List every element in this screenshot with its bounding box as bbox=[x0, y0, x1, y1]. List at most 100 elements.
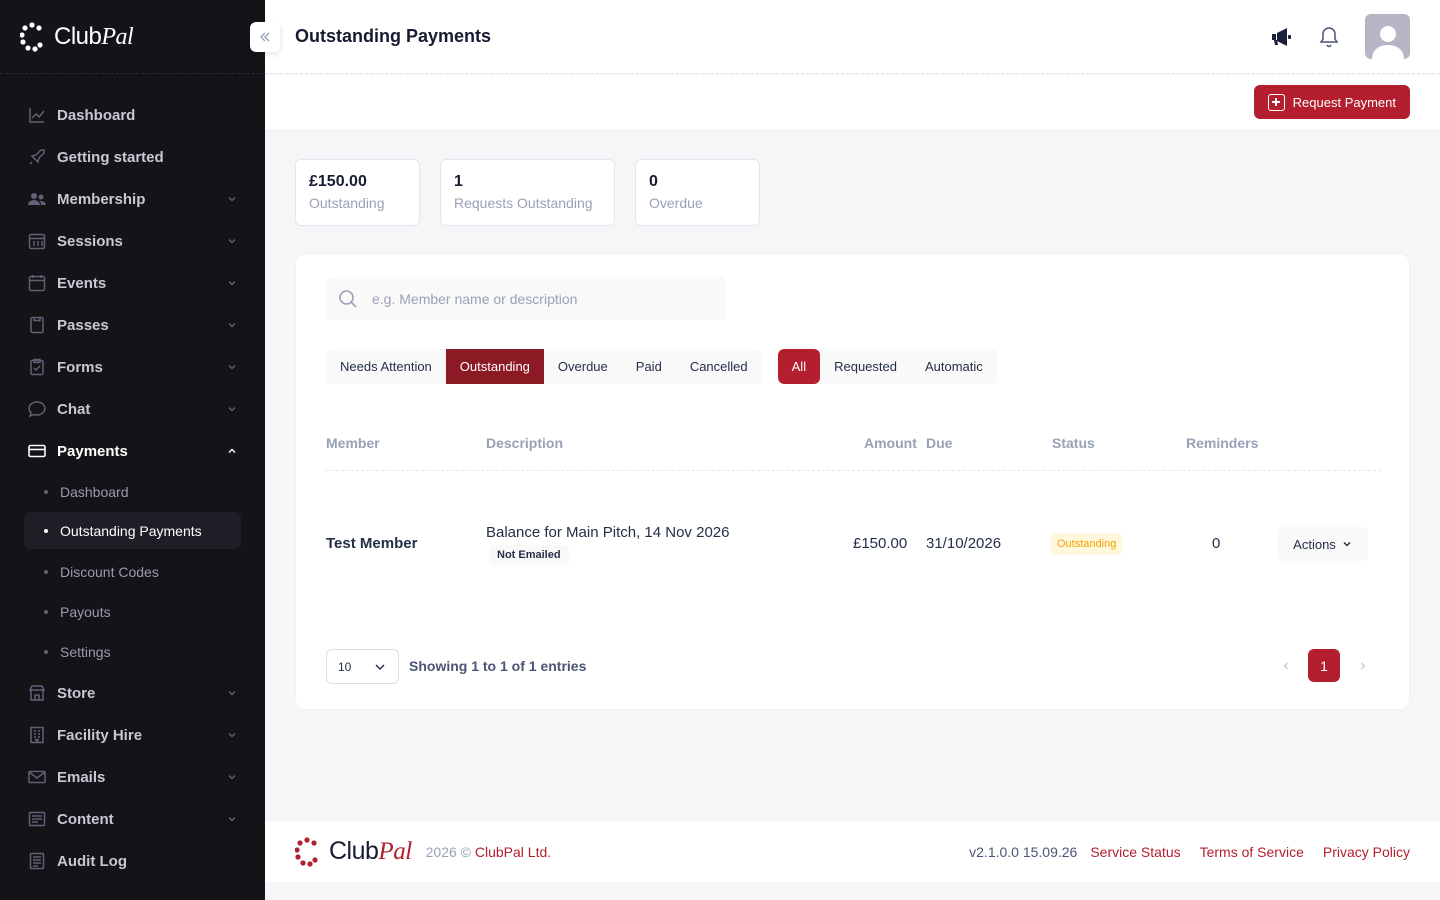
bullet-icon bbox=[44, 610, 48, 614]
sidebar-item-audit-log[interactable]: Audit Log bbox=[0, 840, 265, 882]
sidebar-item-membership[interactable]: Membership bbox=[0, 178, 265, 220]
sidebar-subitem-dashboard[interactable]: Dashboard bbox=[24, 472, 241, 512]
page-header: Outstanding Payments bbox=[265, 0, 1440, 74]
sidebar-item-getting-started[interactable]: Getting started bbox=[0, 136, 265, 178]
payment-due-date: 31/10/2026 bbox=[926, 535, 1002, 552]
sidebar-item-store[interactable]: Store bbox=[0, 672, 265, 714]
document-icon bbox=[28, 852, 46, 870]
filter-paid[interactable]: Paid bbox=[622, 349, 676, 384]
search-input[interactable]: e.g. Member name or description bbox=[326, 277, 726, 320]
terms-of-service-link[interactable]: Terms of Service bbox=[1200, 844, 1304, 860]
column-header-amount[interactable]: Amount bbox=[864, 435, 917, 451]
bullet-icon bbox=[44, 570, 48, 574]
page-size-select[interactable]: 10 bbox=[326, 649, 399, 684]
sidebar-item-content[interactable]: Content bbox=[0, 798, 265, 840]
payments-table-card: e.g. Member name or description Needs At… bbox=[295, 253, 1410, 710]
chevron-down-icon bbox=[228, 733, 236, 738]
sidebar-subitem-outstanding-payments[interactable]: Outstanding Payments bbox=[24, 512, 241, 549]
sidebar-item-forms[interactable]: Forms bbox=[0, 346, 265, 388]
filter-automatic[interactable]: Automatic bbox=[911, 349, 997, 384]
chevron-down-icon bbox=[228, 775, 236, 780]
bullet-icon bbox=[44, 650, 48, 654]
stat-value: £150.00 bbox=[309, 173, 367, 190]
sidebar-item-facility-hire[interactable]: Facility Hire bbox=[0, 714, 265, 756]
sidebar-subitem-discount-codes[interactable]: Discount Codes bbox=[24, 552, 241, 592]
column-header-due[interactable]: Due bbox=[926, 435, 952, 451]
pagination-previous-button[interactable] bbox=[1270, 649, 1302, 682]
stat-card-outstanding: £150.00 Outstanding bbox=[295, 159, 420, 226]
bell-icon bbox=[1319, 26, 1339, 47]
filter-all[interactable]: All bbox=[777, 349, 821, 384]
sidebar-item-dashboard[interactable]: Dashboard bbox=[0, 94, 265, 136]
bullet-icon bbox=[44, 490, 48, 494]
actions-dropdown-button[interactable]: Actions bbox=[1277, 527, 1368, 561]
sidebar-item-chat[interactable]: Chat bbox=[0, 388, 265, 430]
service-status-link[interactable]: Service Status bbox=[1090, 844, 1180, 860]
payment-description: Balance for Main Pitch, 14 Nov 2026 bbox=[486, 524, 730, 541]
search-icon bbox=[339, 289, 357, 308]
chevron-down-icon bbox=[1343, 541, 1351, 547]
rocket-icon bbox=[28, 148, 46, 166]
pagination-page-button[interactable]: 1 bbox=[1308, 649, 1340, 682]
footer-logo[interactable]: Club Pal bbox=[295, 836, 412, 867]
envelope-icon bbox=[28, 768, 46, 786]
calendar-grid-icon bbox=[28, 232, 46, 250]
stat-value: 1 bbox=[454, 173, 463, 190]
brand-name: ClubPal bbox=[54, 22, 134, 50]
company-link[interactable]: ClubPal Ltd. bbox=[475, 844, 551, 860]
chevron-down-icon bbox=[228, 817, 236, 822]
sidebar-item-events[interactable]: Events bbox=[0, 262, 265, 304]
sidebar-subitem-settings[interactable]: Settings bbox=[24, 632, 241, 672]
stat-card-requests-outstanding: 1 Requests Outstanding bbox=[440, 159, 615, 226]
member-name[interactable]: Test Member bbox=[326, 535, 417, 552]
store-icon bbox=[28, 684, 46, 702]
page-title: Outstanding Payments bbox=[295, 26, 492, 46]
column-header-member[interactable]: Member bbox=[326, 435, 380, 451]
building-icon bbox=[28, 726, 46, 744]
content-icon bbox=[28, 810, 46, 828]
sidebar-collapse-button[interactable] bbox=[250, 22, 280, 52]
chart-line-icon bbox=[28, 106, 46, 124]
sidebar-item-payments[interactable]: Payments bbox=[0, 430, 265, 472]
pass-icon bbox=[28, 316, 46, 334]
column-header-description[interactable]: Description bbox=[486, 435, 563, 451]
chevron-up-icon bbox=[228, 448, 236, 453]
request-payment-button[interactable]: Request Payment bbox=[1253, 85, 1410, 119]
announcements-button[interactable] bbox=[1269, 24, 1295, 50]
double-chevron-left-icon bbox=[260, 32, 270, 42]
notifications-button[interactable] bbox=[1316, 24, 1342, 50]
chevron-down-icon bbox=[375, 664, 385, 670]
column-header-status[interactable]: Status bbox=[1052, 435, 1095, 451]
brand-logo[interactable]: ClubPal bbox=[0, 0, 265, 74]
stat-label: Outstanding bbox=[309, 195, 385, 211]
filter-cancelled[interactable]: Cancelled bbox=[676, 349, 762, 384]
page-footer: Club Pal 2026 © ClubPal Ltd. v2.1.0.0 15.… bbox=[265, 821, 1440, 882]
sidebar-item-sessions[interactable]: Sessions bbox=[0, 220, 265, 262]
stat-card-overdue: 0 Overdue bbox=[635, 159, 760, 226]
filter-needs-attention[interactable]: Needs Attention bbox=[326, 349, 446, 384]
filter-outstanding[interactable]: Outstanding bbox=[445, 349, 544, 384]
chat-bubble-icon bbox=[28, 400, 46, 418]
header-divider bbox=[326, 470, 1381, 471]
sidebar-menu: Dashboard Getting started Membership Ses… bbox=[0, 74, 265, 882]
privacy-policy-link[interactable]: Privacy Policy bbox=[1323, 844, 1410, 860]
filter-requested[interactable]: Requested bbox=[820, 349, 911, 384]
status-badge: Outstanding bbox=[1051, 533, 1123, 555]
chevron-down-icon bbox=[228, 281, 236, 286]
bullet-icon bbox=[44, 528, 48, 533]
user-silhouette-icon bbox=[1371, 26, 1404, 59]
filter-overdue[interactable]: Overdue bbox=[544, 349, 622, 384]
footer-links: v2.1.0.0 15.09.26 Service Status Terms o… bbox=[969, 844, 1410, 860]
chevron-down-icon bbox=[228, 323, 236, 328]
pagination-next-button[interactable] bbox=[1347, 649, 1379, 682]
column-header-reminders[interactable]: Reminders bbox=[1186, 435, 1258, 451]
sidebar-subitem-payouts[interactable]: Payouts bbox=[24, 592, 241, 632]
filter-bar: Needs Attention Outstanding Overdue Paid… bbox=[326, 349, 997, 384]
stat-value: 0 bbox=[649, 173, 658, 190]
sidebar-item-passes[interactable]: Passes bbox=[0, 304, 265, 346]
user-avatar[interactable] bbox=[1365, 14, 1410, 59]
entries-summary: Showing 1 to 1 of 1 entries bbox=[409, 658, 587, 674]
payment-amount: £150.00 bbox=[853, 535, 908, 552]
calendar-icon bbox=[28, 274, 46, 292]
sidebar-item-emails[interactable]: Emails bbox=[0, 756, 265, 798]
